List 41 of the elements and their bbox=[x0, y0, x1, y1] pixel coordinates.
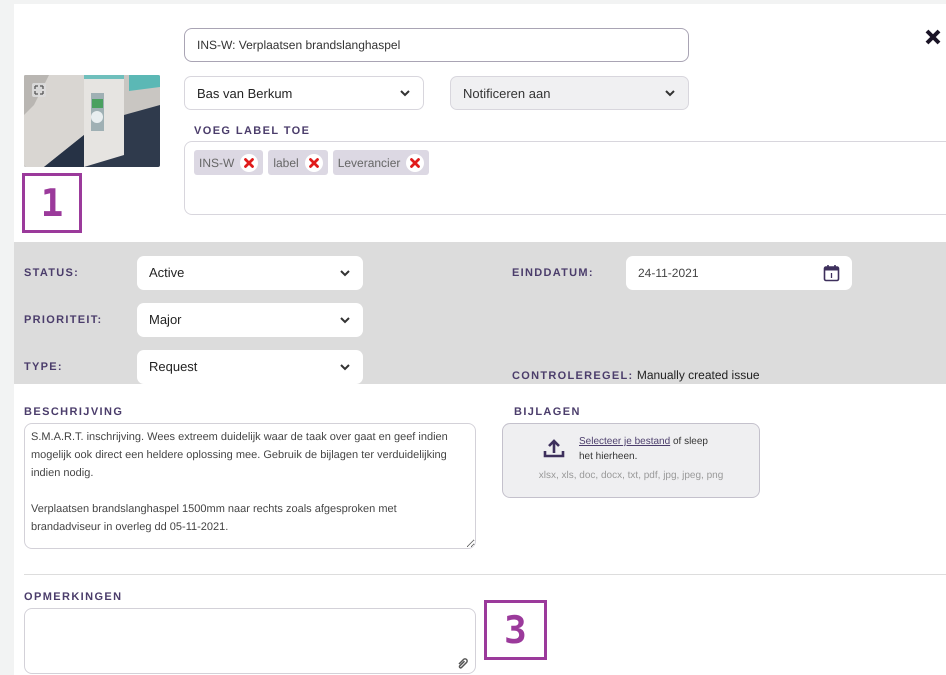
remove-icon bbox=[406, 154, 424, 172]
description-field[interactable]: S.M.A.R.T. inschrijving. Wees extreem duidelijk waar de taak over gaat en geef indien mogelijk ook direct een heldere oplossing mee. Gebruik de bijlagen ter verduidelijking indien nodig. Verplaatsen brandslanghaspel 1500mm naar rechts zoals afgesproken met brandadviseur in overleg dd 05-11-2021. bbox=[24, 423, 476, 549]
field-label: STATUS: bbox=[24, 266, 80, 278]
chevron-down-icon bbox=[339, 314, 351, 324]
assignee-select[interactable]: Bas van Berkum bbox=[184, 76, 424, 110]
remove-icon bbox=[240, 154, 258, 172]
chevron-down-icon bbox=[664, 88, 676, 98]
label-field[interactable]: INS-W label Leverancier bbox=[184, 141, 946, 215]
field-label: PRIORITEIT: bbox=[24, 314, 104, 326]
notify-select[interactable]: Notificeren aan bbox=[450, 76, 689, 110]
upload-dropzone[interactable]: Selecteer je bestand of sleep het hierheen. xlsx, xls, doc, docx, txt, pdf, jpg, jpeg, png bbox=[502, 423, 760, 498]
control-rule-text: CONTROLEREGEL: Manually created issue bbox=[511, 368, 760, 382]
tag-text: Leverancier bbox=[338, 156, 400, 170]
chevron-down-icon bbox=[339, 362, 351, 372]
select-file-link[interactable]: Selecteer je bestand bbox=[579, 436, 670, 447]
field-label: TYPE: bbox=[24, 360, 64, 372]
callout-number: 3 bbox=[484, 600, 547, 660]
dropdown[interactable]: Active bbox=[137, 256, 363, 290]
section-heading: VOEG LABEL TOE bbox=[194, 125, 312, 137]
expand-icon bbox=[32, 83, 46, 97]
title-field[interactable]: INS-W: Verplaatsen brandslanghaspel bbox=[184, 28, 689, 62]
dropdown[interactable]: Request bbox=[137, 350, 363, 384]
section-heading: OPMERKINGEN bbox=[24, 591, 124, 603]
remove-icon bbox=[304, 154, 323, 172]
comments-field[interactable] bbox=[24, 608, 476, 674]
paperclip-icon bbox=[457, 657, 469, 669]
upload-instructions: Selecteer je bestand of sleep het hierheen. bbox=[579, 435, 709, 464]
file-formats: xlsx, xls, doc, docx, txt, pdf, jpg, jpeg, png bbox=[538, 470, 724, 481]
section-heading: BIJLAGEN bbox=[513, 406, 582, 418]
dropdown[interactable]: Major bbox=[137, 302, 363, 336]
chevron-down-icon bbox=[339, 268, 351, 278]
upload-icon bbox=[543, 438, 565, 458]
callout-number: 1 bbox=[22, 173, 82, 233]
tag-text: INS-W bbox=[199, 156, 234, 170]
calendar-icon bbox=[823, 264, 840, 282]
field-label: EINDDATUM: bbox=[511, 266, 595, 278]
date-field[interactable]: 24-11-2021 bbox=[626, 256, 852, 290]
close-icon[interactable] bbox=[924, 28, 942, 46]
section-heading: BESCHRIJVING bbox=[24, 406, 124, 418]
tag-text: label bbox=[273, 156, 299, 170]
chevron-down-icon bbox=[399, 88, 411, 98]
